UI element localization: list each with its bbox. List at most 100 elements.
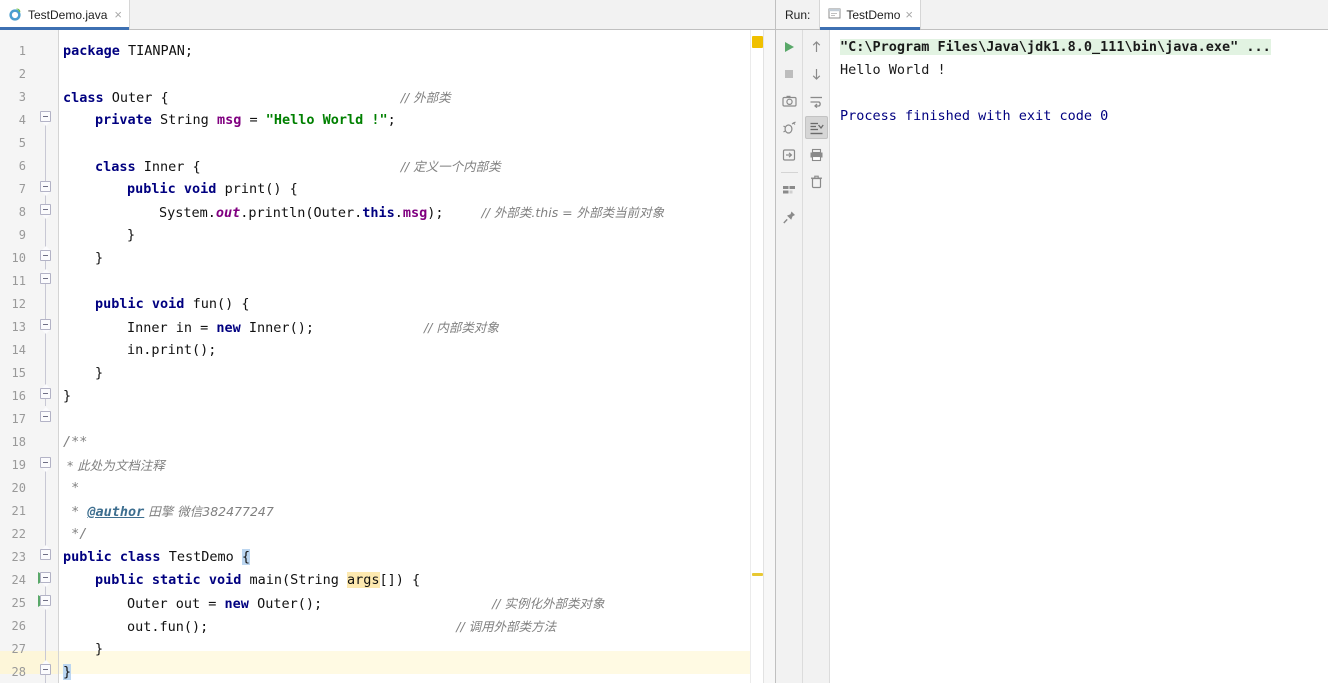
- fold-marker-outer-open[interactable]: [40, 111, 51, 126]
- keyword-package: package: [63, 43, 120, 59]
- keyword-public-fun: public: [95, 296, 144, 312]
- close-icon[interactable]: ×: [905, 8, 913, 21]
- console-icon: [828, 7, 841, 23]
- code-line-18: /**: [63, 431, 87, 454]
- line-number: 7: [18, 182, 26, 196]
- fold-marker-main-end[interactable]: [40, 660, 51, 675]
- console-output[interactable]: "C:\Program Files\Java\jdk1.8.0_111\bin\…: [830, 30, 1328, 683]
- fold-marker-fun-open[interactable]: [40, 319, 51, 334]
- println-call: .println(Outer.: [240, 205, 363, 221]
- console-line-stdout: Hello World !: [840, 62, 946, 78]
- line-number: 26: [11, 619, 26, 633]
- keyword-void-main: void: [208, 572, 242, 588]
- javadoc-star: *: [63, 504, 88, 520]
- code-line-26: out.fun(); // 调用外部类方法: [63, 615, 556, 638]
- line-number: 13: [11, 320, 26, 334]
- keyword-public-main: public: [95, 572, 144, 588]
- line-number: 11: [11, 274, 26, 288]
- fold-marker-inner-open[interactable]: [40, 181, 51, 196]
- soft-wrap-button[interactable]: [805, 89, 828, 112]
- line-number: 27: [11, 642, 26, 656]
- debug-rerun-button[interactable]: [778, 116, 801, 139]
- up-arrow-button[interactable]: [805, 35, 828, 58]
- trash-button[interactable]: [805, 170, 828, 193]
- field-msg: msg: [216, 112, 242, 128]
- line-number: 19: [11, 458, 26, 472]
- inner-var-decl: Inner in =: [127, 320, 217, 336]
- comment-call-outer-method: // 调用外部类方法: [456, 619, 557, 634]
- call-out-fun: out.fun();: [127, 619, 209, 635]
- keyword-this: this: [362, 205, 395, 221]
- javadoc-description: * 此处为文档注释: [63, 458, 165, 473]
- editor-tab-testdemo-java[interactable]: TestDemo.java ×: [0, 0, 130, 30]
- brace-open-inner: {: [192, 159, 201, 175]
- keyword-new-outer: new: [224, 596, 249, 612]
- code-line-7: public void print() {: [63, 178, 298, 201]
- brace-close-outer: }: [63, 388, 72, 404]
- keyword-void: void: [183, 181, 217, 197]
- pin-tab-button[interactable]: [778, 206, 801, 229]
- rerun-button[interactable]: [778, 35, 801, 58]
- field-msg-ref: msg: [402, 205, 428, 221]
- fold-marker-testdemo-open[interactable]: [40, 572, 51, 587]
- java-class-icon: [8, 7, 23, 22]
- editor-scrollbar[interactable]: [763, 30, 775, 683]
- editor-marker-bar[interactable]: [750, 30, 763, 683]
- fold-marker-main-open[interactable]: [40, 595, 51, 610]
- method-fun: fun(): [184, 296, 242, 312]
- line-number: 21: [11, 504, 26, 518]
- screenshot-button[interactable]: [778, 89, 801, 112]
- fold-marker-print-open[interactable]: [40, 204, 51, 219]
- line-number: 10: [11, 251, 26, 265]
- run-tab-testdemo[interactable]: TestDemo ×: [819, 0, 921, 30]
- line-number: 24: [11, 573, 26, 587]
- sysout-prefix: System.: [159, 205, 216, 221]
- code-line-12: public void fun() {: [63, 293, 249, 316]
- fold-marker-fun-end[interactable]: [40, 384, 51, 399]
- print-button[interactable]: [805, 143, 828, 166]
- stop-button[interactable]: [778, 62, 801, 85]
- brace-open-testdemo-highlighted: {: [241, 549, 250, 565]
- comment-define-inner: // 定义一个内部类: [400, 159, 501, 174]
- run-toolbar-left: [776, 30, 803, 683]
- assign-op: =: [241, 112, 266, 128]
- toolbar-divider-left: [780, 172, 798, 173]
- code-line-24: public static void main(String args[]) {: [63, 569, 420, 592]
- fold-marker-inner-end[interactable]: [40, 269, 51, 284]
- line-number: 16: [11, 389, 26, 403]
- brace-close-main: }: [95, 641, 104, 657]
- warning-marker-top[interactable]: [752, 36, 763, 48]
- fold-marker-outer-end[interactable]: [40, 407, 51, 422]
- toggle-tasks-button[interactable]: [778, 179, 801, 202]
- code-line-6: class Inner {// 定义一个内部类: [63, 155, 501, 178]
- fold-marker-print-end[interactable]: [40, 246, 51, 261]
- code-line-23: public class TestDemo {: [63, 546, 250, 569]
- class-name-outer: Outer: [103, 90, 161, 106]
- code-line-25: Outer out = new Outer(); // 实例化外部类对象: [63, 592, 605, 615]
- code-line-15: }: [63, 362, 103, 385]
- down-arrow-button[interactable]: [805, 62, 828, 85]
- comment-outer-class: // 外部类: [400, 90, 451, 105]
- fold-marker-javadoc-open[interactable]: [40, 457, 51, 472]
- fold-line-fun: [45, 328, 46, 386]
- run-tool-header: Run: TestDemo ×: [776, 0, 1328, 30]
- close-icon[interactable]: ×: [112, 8, 122, 21]
- scroll-to-end-button[interactable]: [804, 116, 828, 139]
- package-name: TIANPAN;: [119, 43, 194, 59]
- export-button[interactable]: [778, 143, 801, 166]
- editor-tab-strip: TestDemo.java ×: [0, 0, 775, 30]
- parameter-args-highlighted: args: [347, 572, 380, 588]
- fold-marker-javadoc-end[interactable]: [40, 545, 51, 560]
- line-number: 2: [18, 67, 26, 81]
- warning-marker-mid[interactable]: [752, 573, 763, 576]
- code-text-area[interactable]: package TIANPAN; class Outer {// 外部类 pri…: [59, 30, 750, 683]
- run-toolbar-right: [803, 30, 830, 683]
- line-number: 3: [18, 90, 26, 104]
- current-line-highlight: [59, 651, 750, 674]
- line-number: 1: [18, 44, 26, 58]
- brace-close-print: }: [127, 227, 136, 243]
- gutter-icon-strip: [33, 30, 59, 683]
